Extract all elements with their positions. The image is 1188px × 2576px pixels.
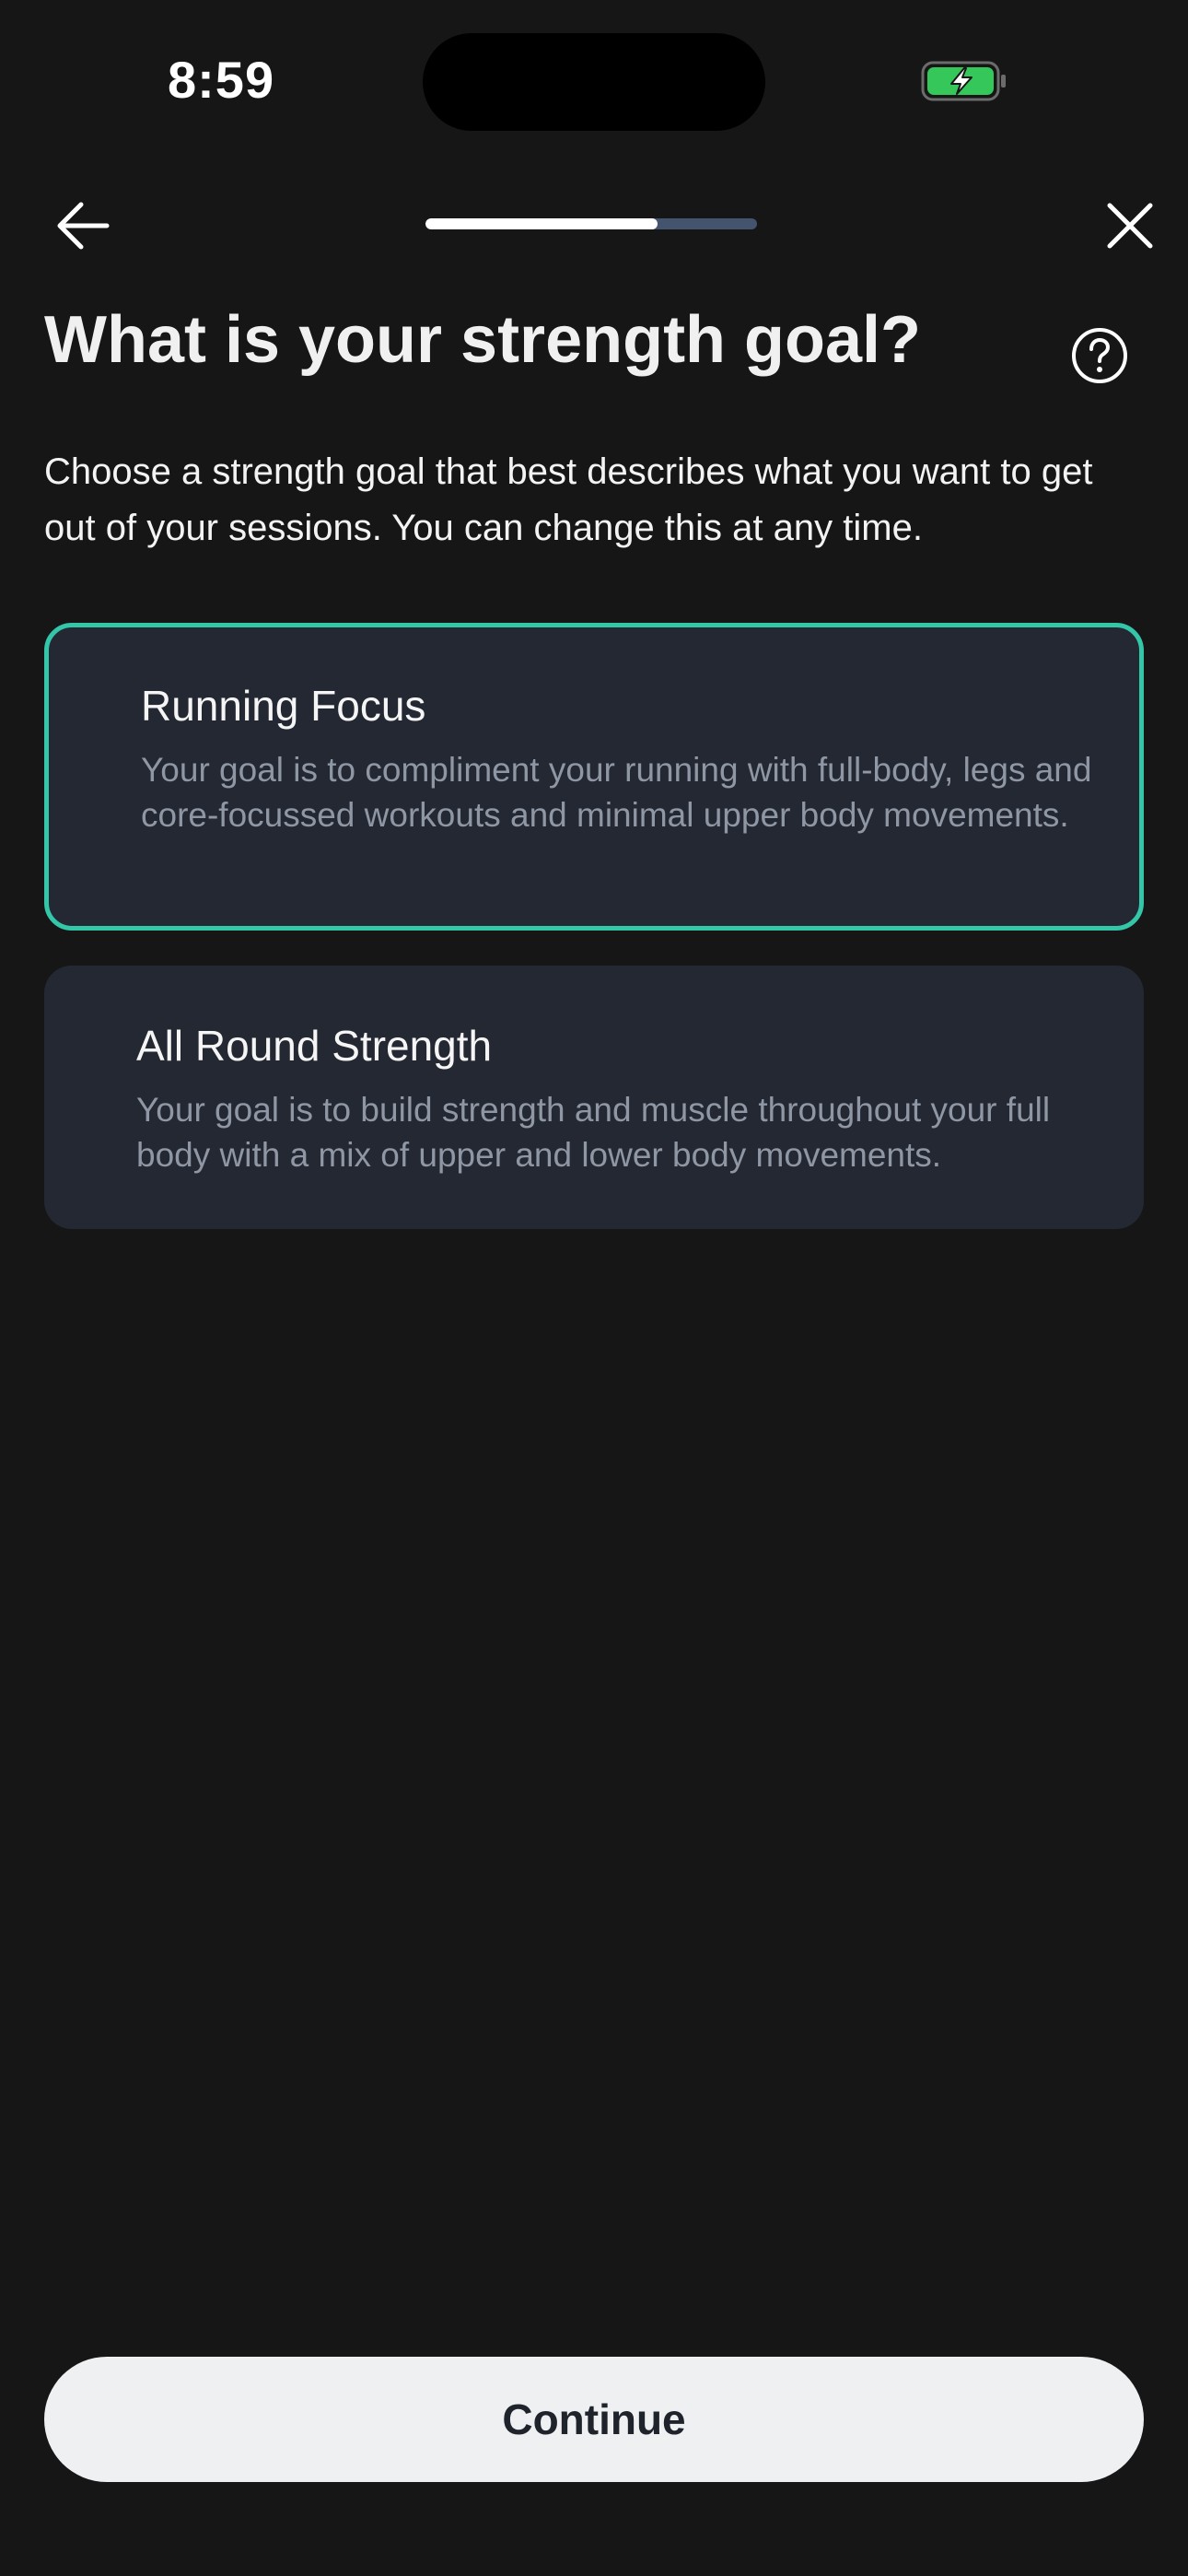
dynamic-island bbox=[423, 33, 765, 131]
close-button[interactable] bbox=[1098, 193, 1162, 258]
arrow-left-icon bbox=[57, 202, 110, 250]
option-description: Your goal is to compliment your running … bbox=[141, 751, 1092, 834]
battery-charging-icon bbox=[921, 61, 1007, 101]
progress-bar-fill bbox=[425, 218, 658, 229]
page-description: Choose a strength goal that best describ… bbox=[44, 451, 1093, 548]
back-button[interactable] bbox=[52, 193, 116, 258]
help-button[interactable] bbox=[1070, 326, 1129, 385]
option-card-all-round-strength[interactable]: All Round Strength Your goal is to build… bbox=[44, 966, 1144, 1229]
question-circle-icon bbox=[1072, 328, 1127, 383]
option-description: Your goal is to build strength and muscl… bbox=[136, 1091, 1051, 1174]
continue-button[interactable]: Continue bbox=[44, 2357, 1144, 2482]
close-icon bbox=[1107, 203, 1153, 249]
status-time: 8:59 bbox=[168, 51, 275, 109]
progress-bar bbox=[425, 218, 757, 229]
option-title: Running Focus bbox=[141, 682, 426, 730]
option-title: All Round Strength bbox=[136, 1022, 493, 1070]
option-card-running-focus[interactable]: Running Focus Your goal is to compliment… bbox=[44, 623, 1144, 931]
page-title: What is your strength goal? bbox=[44, 303, 922, 377]
